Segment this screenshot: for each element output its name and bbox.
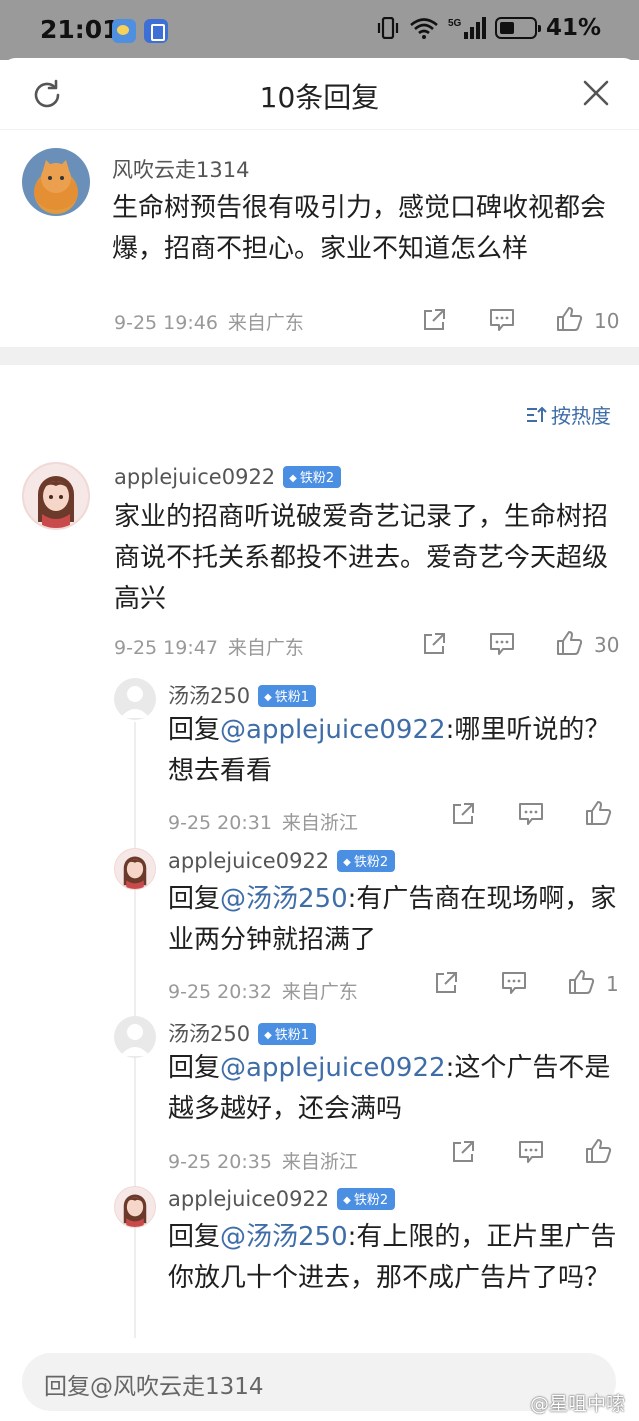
mention-link[interactable]: @applejuice0922 (220, 715, 446, 745)
reply-prefix: 回复 (168, 715, 221, 745)
share-icon[interactable] (450, 1139, 476, 1165)
post-time: 9-25 19:46 (114, 312, 218, 334)
avatar[interactable] (22, 462, 90, 530)
vibrate-icon (377, 17, 399, 39)
weibo-watermark: @星咀中嗦 (529, 1393, 625, 1415)
comment-icon[interactable] (500, 970, 528, 996)
like-icon[interactable] (555, 629, 583, 657)
reply-prefix: 回复 (168, 884, 221, 914)
avatar[interactable] (22, 148, 90, 216)
default-avatar-icon (120, 686, 150, 718)
reply-content: 回复@汤汤250:有上限的，正片里广告你放几十个进去，那不成广告片了吗？ (168, 1217, 624, 1299)
like-icon[interactable] (555, 305, 583, 333)
reply-prefix: 回复 (168, 1053, 221, 1083)
share-icon[interactable] (450, 801, 476, 827)
reply-username[interactable]: applejuice0922 铁粉2 (168, 849, 396, 873)
reply-location: 来自广东 (281, 981, 358, 1003)
svg-text:5G: 5G (448, 18, 462, 29)
signal-5g-icon: 5G (448, 17, 486, 39)
mention-link[interactable]: @汤汤250 (220, 884, 348, 914)
username[interactable]: applejuice0922 (114, 465, 275, 489)
like-count: 1 (606, 972, 619, 996)
reply-time: 9-25 20:31 (168, 812, 272, 834)
reply-username[interactable]: 汤汤250 铁粉1 (168, 1018, 317, 1048)
like-icon[interactable] (567, 968, 595, 996)
reply-input[interactable]: 回复@风吹云走1314 (22, 1353, 616, 1411)
fan-badge: 铁粉2 (337, 1188, 396, 1210)
share-icon[interactable] (421, 307, 447, 333)
fan-badge: 铁粉1 (258, 685, 317, 707)
mention-link[interactable]: @applejuice0922 (220, 1053, 446, 1083)
share-icon[interactable] (421, 631, 447, 657)
fan-badge: 铁粉2 (337, 850, 396, 872)
post-location: 来自广东 (227, 312, 304, 334)
notification-app-icon (144, 19, 168, 43)
post-content: 生命树预告很有吸引力，感觉口碑收视都会爆，招商不担心。家业不知道怎么样 (112, 193, 607, 264)
like-icon[interactable] (584, 799, 612, 827)
reply-time: 9-25 20:32 (168, 981, 272, 1003)
mention-link[interactable]: @汤汤250 (220, 1222, 348, 1252)
comment-icon[interactable] (488, 631, 516, 657)
reply-username[interactable]: 汤汤250 铁粉1 (168, 680, 317, 710)
cat-avatar-image (34, 160, 78, 210)
reply-username[interactable]: applejuice0922 铁粉2 (168, 1187, 396, 1211)
reply-location: 来自浙江 (281, 1151, 358, 1173)
username[interactable]: applejuice0922 (168, 849, 329, 873)
username[interactable]: 汤汤250 (168, 1022, 250, 1046)
reply-meta: 9-25 20:31 来自浙江 (168, 808, 358, 835)
sheet-title: 10条回复 (259, 81, 380, 114)
battery-icon (494, 17, 541, 39)
username[interactable]: applejuice0922 (168, 1187, 329, 1211)
like-icon[interactable] (584, 1137, 612, 1165)
reply-meta: 9-25 20:35 来自浙江 (168, 1147, 358, 1174)
status-time: 21:01 (40, 15, 120, 44)
avatar[interactable] (114, 1016, 156, 1058)
sort-label: 按热度 (551, 404, 611, 428)
wifi-icon (410, 18, 438, 39)
reply-location: 来自浙江 (281, 812, 358, 834)
avatar[interactable] (114, 1186, 156, 1228)
like-count: 10 (594, 309, 620, 333)
reply-meta: 9-25 20:32 来自广东 (168, 977, 358, 1004)
comment-icon[interactable] (517, 801, 545, 827)
avatar[interactable] (114, 848, 156, 890)
username[interactable]: 风吹云走1314 (112, 154, 249, 184)
reply-content: 回复@汤汤250:有广告商在现场啊，家业两分钟就招满了 (168, 879, 624, 961)
avatar[interactable] (114, 678, 156, 720)
status-bar: 21:01 5G 41% (0, 0, 639, 60)
reply-time: 9-25 20:35 (168, 1151, 272, 1173)
share-icon[interactable] (433, 970, 459, 996)
comment-icon[interactable] (517, 1139, 545, 1165)
sort-button[interactable]: 按热度 (525, 400, 611, 429)
fan-badge: 铁粉2 (283, 466, 342, 488)
sheet-header: 10条回复 (0, 58, 639, 130)
status-indicators: 5G 41% (376, 15, 601, 41)
username[interactable]: 汤汤250 (168, 684, 250, 708)
post-meta: 9-25 19:46 来自广东 (114, 308, 304, 335)
reply-prefix: 回复 (168, 1222, 221, 1252)
sort-icon (527, 406, 547, 422)
reply-input-placeholder: 回复@风吹云走1314 (44, 1374, 264, 1400)
like-count: 30 (594, 633, 620, 657)
reply-content: 回复@applejuice0922:这个广告不是越多越好，还会满吗 (168, 1048, 624, 1130)
girl-avatar-image (38, 476, 74, 528)
reply-content: 回复@applejuice0922:哪里听说的？想去看看 (168, 710, 624, 792)
close-icon[interactable] (581, 78, 611, 108)
reply-meta: 9-25 19:47 来自广东 (114, 633, 304, 660)
girl-avatar-image (123, 856, 147, 889)
fan-badge: 铁粉1 (258, 1023, 317, 1045)
battery-percent: 41% (545, 15, 601, 41)
reply-time: 9-25 19:47 (114, 637, 218, 659)
weather-app-icon (112, 19, 136, 43)
girl-avatar-image (123, 1194, 147, 1227)
reply-username[interactable]: applejuice0922 铁粉2 (114, 465, 342, 489)
default-avatar-icon (120, 1024, 150, 1056)
section-divider (0, 347, 639, 365)
reply-location: 来自广东 (227, 637, 304, 659)
comment-icon[interactable] (488, 307, 516, 333)
reply-content: 家业的招商听说破爱奇艺记录了，生命树招商说不托关系都投不进去。爱奇艺今天超级高兴 (114, 502, 609, 614)
